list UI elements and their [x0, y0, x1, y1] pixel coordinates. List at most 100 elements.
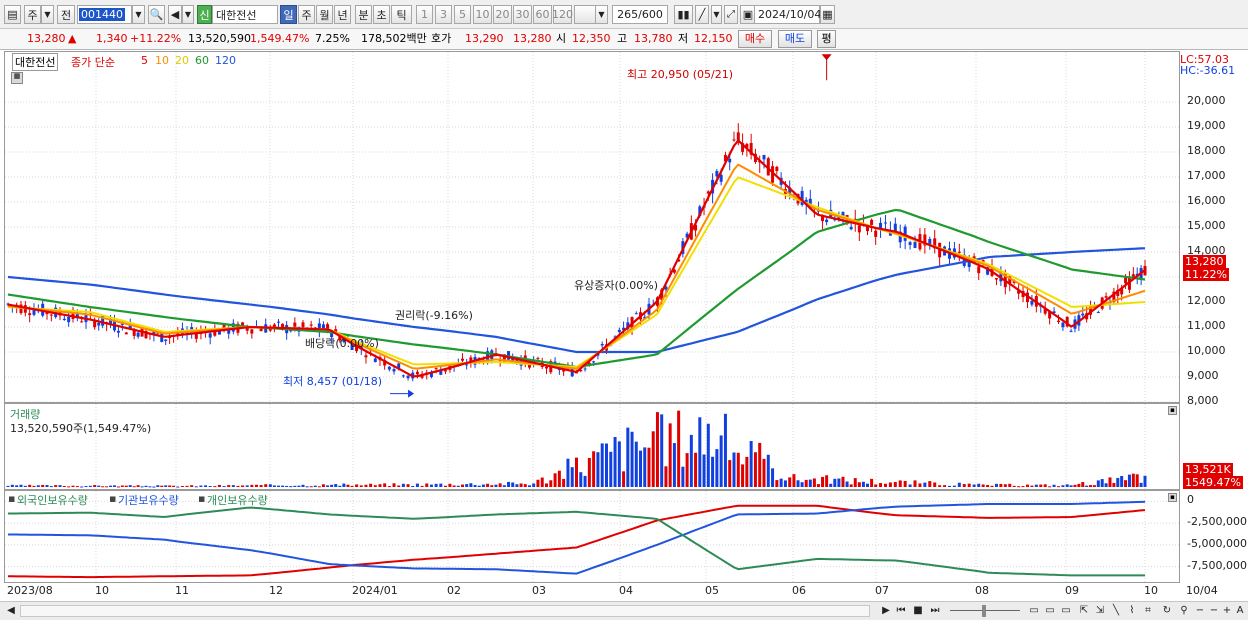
period-tab-week[interactable]: 주 — [298, 5, 315, 24]
expand-icon[interactable]: ⤢ — [724, 5, 738, 24]
buy-button[interactable]: 매수 — [738, 30, 772, 48]
interval-10[interactable]: 10 — [473, 5, 492, 24]
stock-code-input[interactable]: 001440 — [77, 5, 132, 24]
x-axis-label: 07 — [875, 584, 889, 597]
market-dropdown-icon[interactable]: ▼ — [41, 5, 54, 24]
volume-bar — [711, 456, 715, 487]
holdings-panel-close-icon[interactable]: ▪ — [1168, 493, 1177, 502]
date-field[interactable]: 2024/10/04 — [754, 5, 821, 24]
speaker-icon[interactable]: ◀ — [168, 5, 182, 24]
draw-tool-icon[interactable]: ╱ — [695, 5, 709, 24]
period-tab-month[interactable]: 월 — [316, 5, 333, 24]
volume-bar — [596, 452, 600, 487]
layout-icon-3[interactable]: ▭ — [1059, 604, 1073, 618]
interval-1[interactable]: 1 — [416, 5, 433, 24]
scroll-left-icon[interactable]: ◀ — [4, 604, 18, 618]
period-tab-tick[interactable]: 틱 — [391, 5, 412, 24]
volume-bar — [617, 441, 621, 487]
search-icon[interactable]: 🔍 — [148, 5, 165, 24]
code-dropdown-icon[interactable]: ▼ — [132, 5, 145, 24]
interval-30[interactable]: 30 — [513, 5, 532, 24]
price-panel-title: 대한전선 — [12, 53, 59, 71]
volume-bar — [148, 486, 152, 488]
zoom-in-icon[interactable]: + — [1220, 604, 1234, 618]
zoom-out-icon[interactable]: − — [1193, 604, 1207, 618]
speaker-dropdown-icon[interactable]: ▼ — [182, 5, 194, 24]
volume-bar — [672, 443, 676, 487]
zoom-search-icon[interactable]: ⚲ — [1177, 604, 1191, 618]
volume-bar — [36, 485, 40, 487]
tool-icon-4[interactable]: ⌇ — [1125, 604, 1139, 618]
volume-bar — [888, 482, 892, 487]
tool-icon-2[interactable]: ⇲ — [1093, 604, 1107, 618]
period-tab-day[interactable]: 일 — [280, 5, 297, 24]
rewind-icon[interactable]: ⏮ — [894, 604, 908, 618]
candle-body — [293, 322, 297, 327]
period-tab-minute[interactable]: 분 — [355, 5, 372, 24]
tool-icon-3[interactable]: ╲ — [1109, 604, 1123, 618]
volume-chart-plot[interactable] — [5, 404, 1179, 489]
volume-bar — [613, 436, 617, 487]
layout-icon-2[interactable]: ▭ — [1043, 604, 1057, 618]
candle-body — [67, 316, 71, 323]
calendar-icon[interactable]: ▦ — [820, 5, 835, 24]
interval-dropdown-icon[interactable]: ▼ — [595, 5, 608, 24]
interval-5[interactable]: 5 — [454, 5, 471, 24]
layout-icon-1[interactable]: ▭ — [1027, 604, 1041, 618]
quote-bar: 13,280 ▲ 1,340 +11.22% 13,520,590 1,549.… — [0, 29, 1248, 50]
eval-button[interactable]: 평 — [817, 30, 836, 48]
volume-bar — [152, 486, 156, 488]
scroll-track[interactable] — [20, 605, 870, 617]
count-field[interactable]: 265/600 — [612, 5, 668, 24]
stop-icon[interactable]: ■ — [911, 604, 925, 618]
volume-bar — [120, 485, 124, 487]
interval-20[interactable]: 20 — [493, 5, 512, 24]
volume-panel-close-icon[interactable]: ▪ — [1168, 406, 1177, 415]
volume-bar — [1135, 474, 1139, 487]
volume-bar — [706, 423, 710, 487]
candle-body — [728, 158, 732, 163]
zoom-slider-handle[interactable] — [982, 605, 986, 617]
volume-bar — [168, 485, 172, 487]
ma-label: 종가 단순 — [71, 56, 115, 69]
period-tab-second[interactable]: 초 — [373, 5, 390, 24]
draw-dropdown-icon[interactable]: ▼ — [711, 5, 722, 24]
volume-bar — [903, 480, 907, 487]
count-value: 265 — [617, 8, 639, 21]
volume-bar — [309, 486, 313, 488]
tool-icon-1[interactable]: ⇱ — [1077, 604, 1091, 618]
scope-button[interactable]: 전 — [57, 5, 75, 24]
volume-bar — [49, 486, 53, 488]
tool-icon-5[interactable]: ⌗ — [1141, 604, 1155, 618]
high-annotation: 최고 20,950 (05/21) — [627, 68, 734, 81]
volume-bar — [630, 431, 634, 487]
chart-menu-icon[interactable]: ▤ — [4, 5, 21, 24]
font-size-icon[interactable]: A — [1233, 604, 1247, 618]
candle-body — [957, 251, 961, 253]
volume-bar — [434, 483, 438, 487]
rotate-icon[interactable]: ↻ — [1160, 604, 1174, 618]
minus-icon[interactable]: − — [1207, 604, 1221, 618]
volume-bar — [1077, 483, 1081, 487]
interval-3[interactable]: 3 — [435, 5, 452, 24]
market-select[interactable]: 주 — [24, 5, 41, 24]
period-tab-year[interactable]: 년 — [334, 5, 351, 24]
candle-body — [406, 375, 410, 379]
x-axis-label: 10/04 — [1186, 584, 1218, 597]
forward-icon[interactable]: ⏭ — [928, 604, 942, 618]
chart-type-icon[interactable]: ▮▮ — [674, 5, 693, 24]
interval-120[interactable]: 120 — [552, 5, 573, 24]
sell-button[interactable]: 매도 — [778, 30, 812, 48]
price-y-tick: 12,000 — [1187, 294, 1226, 307]
current-price: 13,280 — [27, 32, 66, 45]
volume-bar — [741, 464, 745, 487]
volume-bar — [101, 486, 105, 488]
price-chart-plot[interactable] — [5, 52, 1179, 402]
volume-bar — [406, 484, 410, 487]
grid-toggle-icon[interactable]: ▦ — [11, 72, 23, 84]
scroll-right-icon[interactable]: ▶ — [879, 604, 893, 618]
price-change-pct: +11.22% — [130, 32, 182, 45]
volume-bar — [634, 441, 638, 487]
interval-60[interactable]: 60 — [533, 5, 552, 24]
holdings-chart-plot[interactable] — [5, 491, 1179, 582]
